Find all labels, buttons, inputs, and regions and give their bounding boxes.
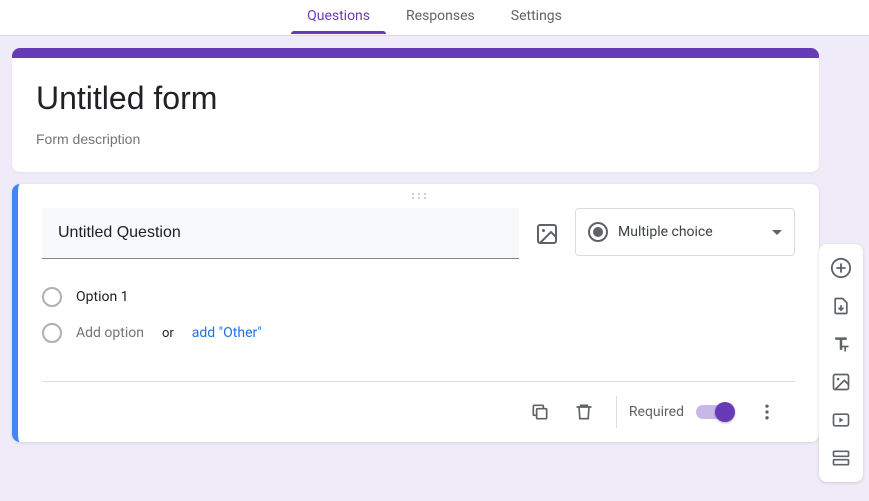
question-type-label: Multiple choice: [618, 224, 713, 240]
question-title-input[interactable]: [42, 208, 519, 259]
required-toggle[interactable]: [696, 405, 733, 419]
add-option-row: Add option or add "Other": [42, 315, 795, 351]
question-footer: Required: [42, 381, 795, 442]
delete-icon[interactable]: [564, 392, 604, 432]
form-description-input[interactable]: [36, 131, 795, 147]
add-question-icon[interactable]: [823, 250, 859, 286]
add-option-button[interactable]: Add option: [76, 325, 144, 341]
option-text-input[interactable]: Option 1: [76, 289, 129, 305]
or-separator: or: [162, 326, 174, 341]
tab-settings[interactable]: Settings: [495, 0, 578, 34]
form-title-input[interactable]: [36, 80, 795, 123]
footer-divider: [616, 396, 617, 428]
add-image-icon[interactable]: [823, 364, 859, 400]
radio-selected-icon: [588, 222, 608, 242]
tab-responses[interactable]: Responses: [390, 0, 491, 34]
radio-empty-icon: [42, 287, 62, 307]
form-header-card: [12, 48, 819, 172]
add-title-icon[interactable]: [823, 326, 859, 362]
radio-empty-icon: [42, 323, 62, 343]
top-tab-bar: Questions Responses Settings: [0, 0, 869, 36]
caret-down-icon: [772, 230, 782, 235]
side-toolbar: [819, 244, 863, 482]
add-other-button[interactable]: add "Other": [192, 325, 262, 341]
add-section-icon[interactable]: [823, 440, 859, 476]
add-video-icon[interactable]: [823, 402, 859, 438]
import-questions-icon[interactable]: [823, 288, 859, 324]
question-type-dropdown[interactable]: Multiple choice: [575, 208, 795, 256]
more-options-icon[interactable]: [747, 392, 787, 432]
drag-handle-icon[interactable]: [18, 184, 819, 208]
duplicate-icon[interactable]: [520, 392, 560, 432]
form-accent-stripe: [12, 48, 819, 58]
required-label: Required: [629, 404, 684, 420]
tab-questions[interactable]: Questions: [291, 0, 386, 34]
option-row: Option 1: [42, 279, 795, 315]
question-card: Multiple choice Option 1 Add option or a…: [12, 184, 819, 442]
add-image-icon[interactable]: [535, 222, 559, 246]
